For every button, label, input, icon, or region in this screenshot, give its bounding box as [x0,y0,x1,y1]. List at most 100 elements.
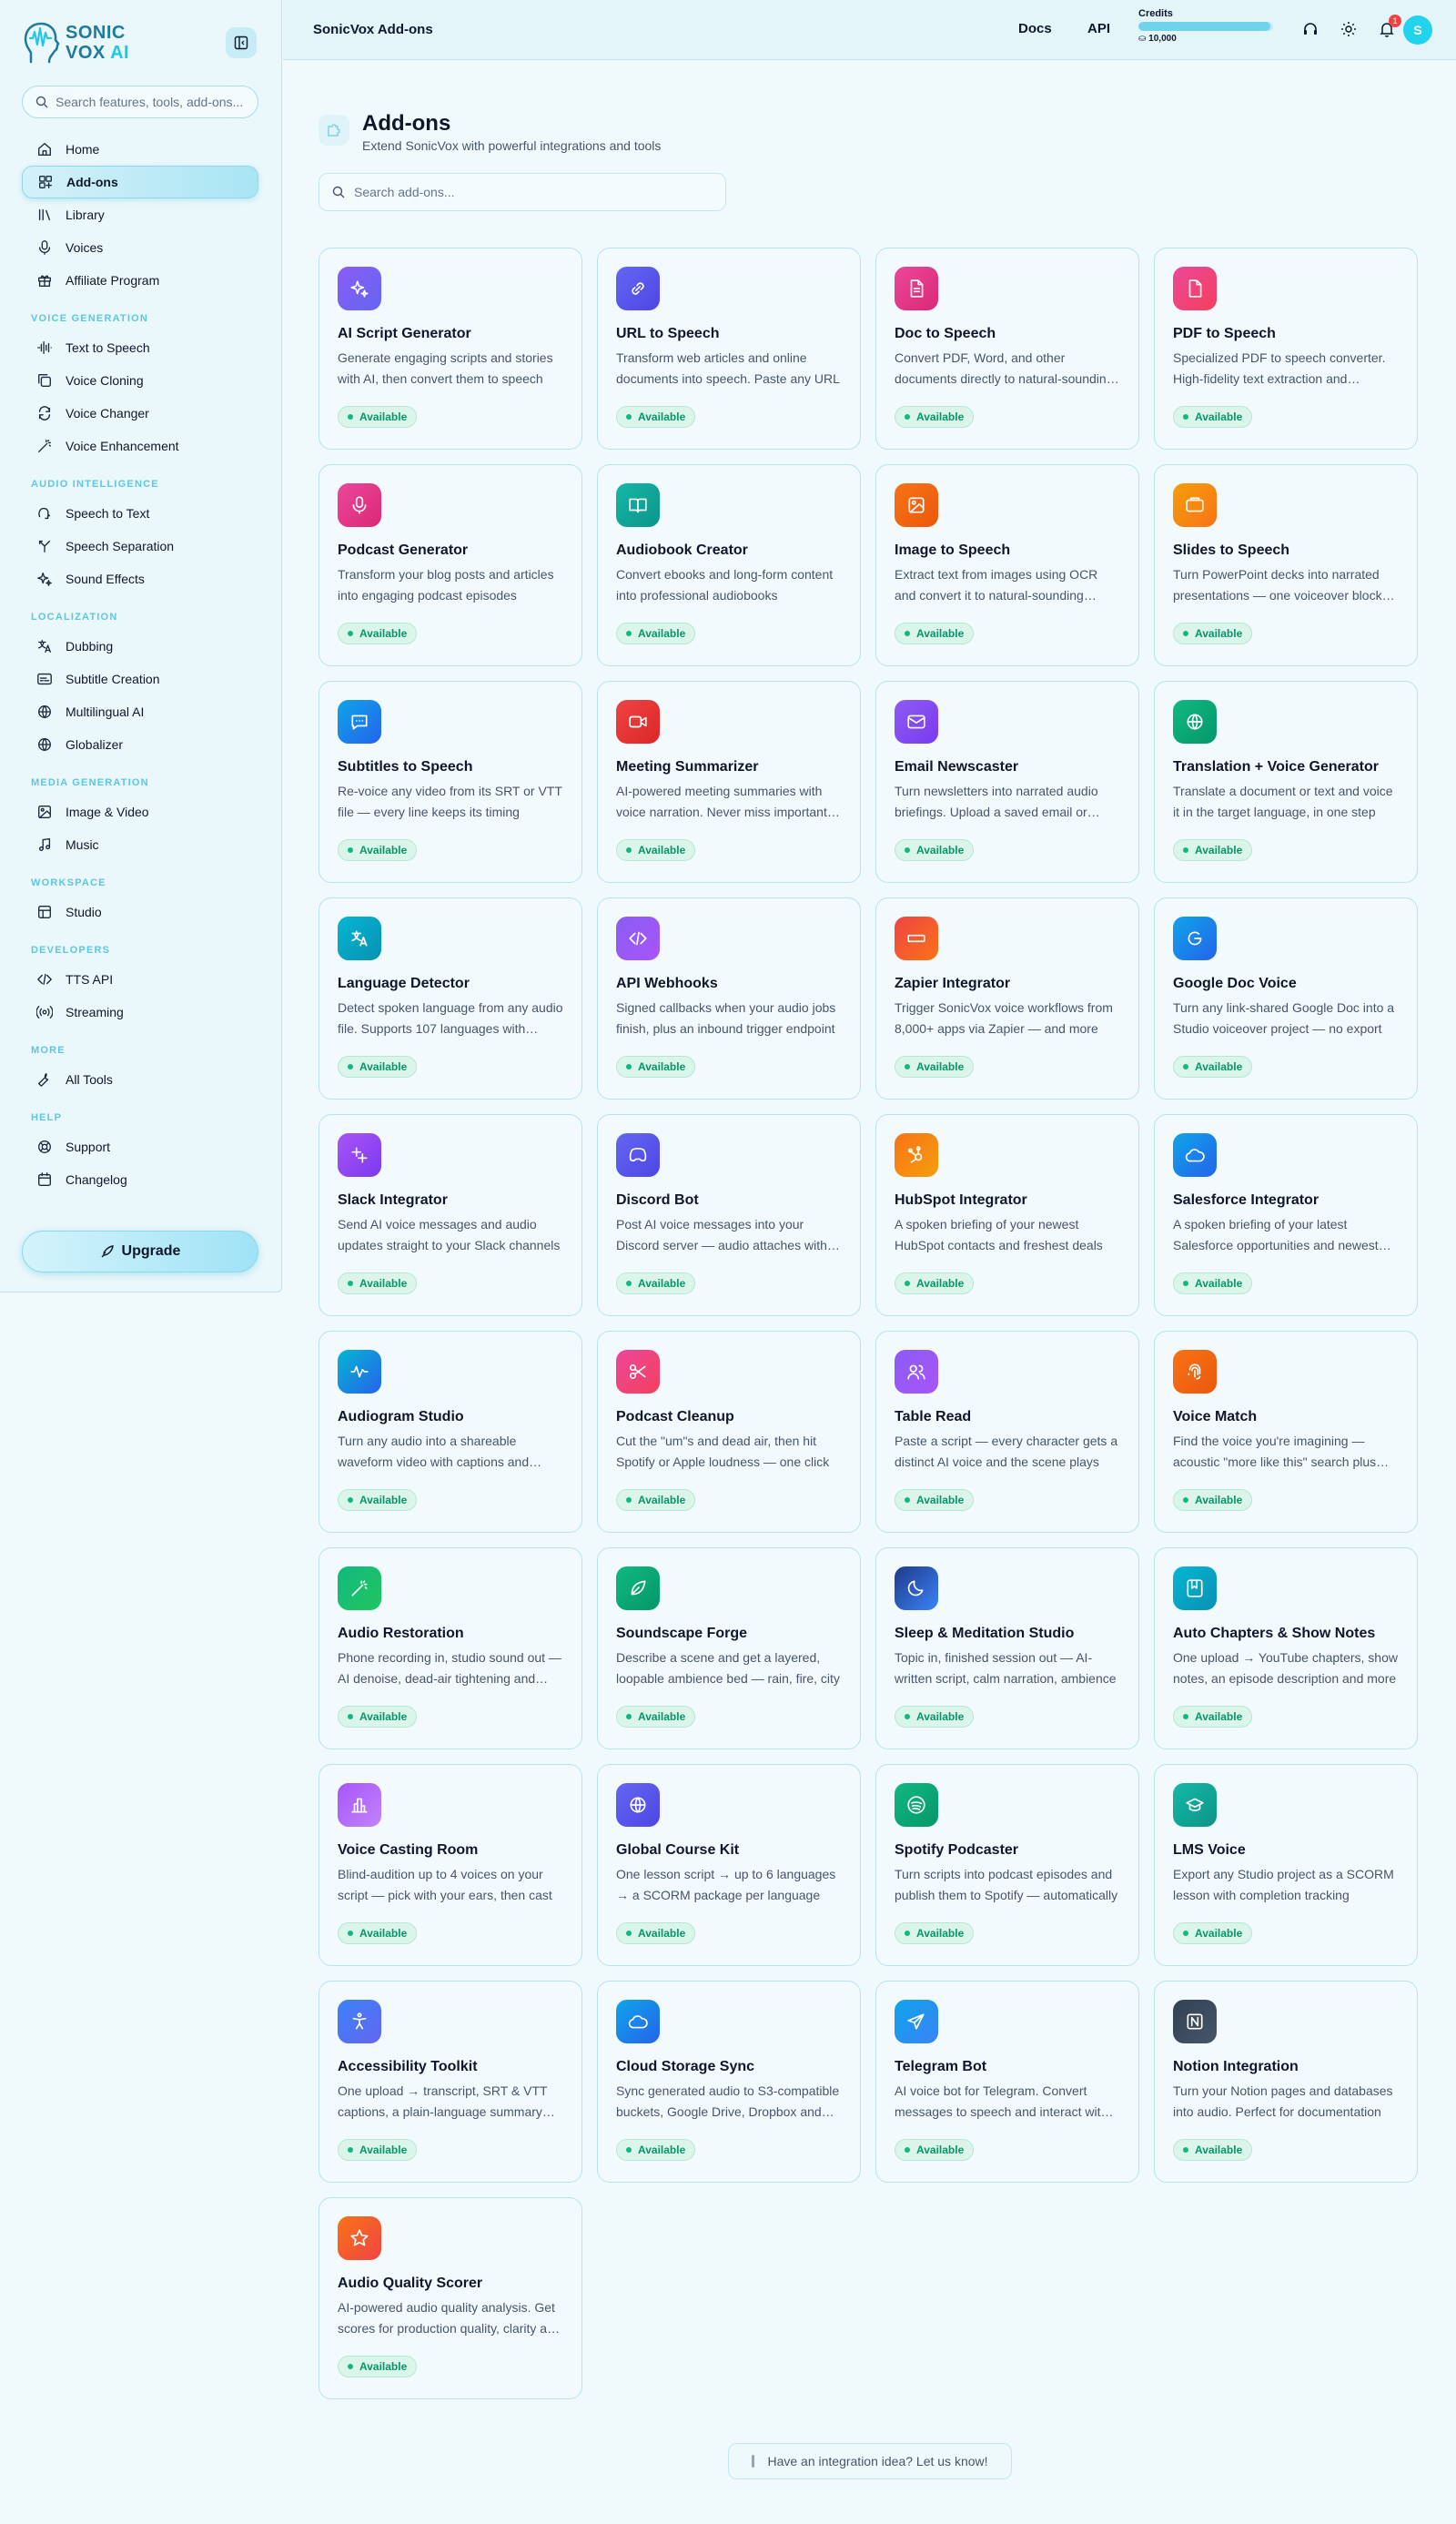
credits-bar [1138,22,1273,31]
addon-card[interactable]: Podcast Cleanup Cut the "um"s and dead ai… [597,1331,861,1533]
user-avatar[interactable]: S [1403,15,1432,45]
sidebar-item-globalizer[interactable]: Globalizer [22,728,258,761]
code-icon [616,917,660,960]
sidebar-item-voice-enhancement[interactable]: Voice Enhancement [22,430,258,462]
collapse-sidebar-button[interactable] [226,27,257,58]
addon-card[interactable]: PDF to Speech Specialized PDF to speech c… [1154,248,1418,450]
status-badge: Available [616,1056,696,1078]
sidebar-item-voice-cloning[interactable]: Voice Cloning [22,364,258,397]
sidebar-item-studio[interactable]: Studio [22,896,258,928]
sidebar-item-multilingual-ai[interactable]: Multilingual AI [22,695,258,728]
addon-card[interactable]: HubSpot Integrator A spoken briefing of y… [875,1114,1139,1316]
sidebar-item-text-to-speech[interactable]: Text to Speech [22,331,258,364]
sidebar-item-sound-effects[interactable]: Sound Effects [22,563,258,595]
addon-card[interactable]: Audio Restoration Phone recording in, stu… [318,1547,582,1749]
addon-card[interactable]: API Webhooks Signed callbacks when your a… [597,897,861,1100]
addon-card[interactable]: Global Course Kit One lesson script → up … [597,1764,861,1966]
addon-card[interactable]: Zapier Integrator Trigger SonicVox voice … [875,897,1139,1100]
support-headset-button[interactable] [1299,18,1321,40]
addon-card[interactable]: Meeting Summarizer AI-powered meeting sum… [597,681,861,883]
sidebar-item-speech-separation[interactable]: Speech Separation [22,530,258,563]
status-badge: Available [616,839,696,861]
addon-card[interactable]: Voice Casting Room Blind-audition up to 4… [318,1764,582,1966]
addon-card[interactable]: Translation + Voice Generator Translate a… [1154,681,1418,883]
sidebar-item-add-ons[interactable]: Add-ons [22,166,258,198]
theme-toggle-button[interactable] [1338,18,1360,40]
sidebar-item-all-tools[interactable]: All Tools [22,1063,258,1096]
addon-card[interactable]: Auto Chapters & Show Notes One upload → Y… [1154,1547,1418,1749]
addon-card[interactable]: Table Read Paste a script — every charact… [875,1331,1139,1533]
sidebar-item-support[interactable]: Support [22,1130,258,1163]
integration-idea-text: Have an integration idea? Let us know! [767,2454,988,2468]
addon-title: AI Script Generator [338,326,471,341]
addon-card[interactable]: Audiobook Creator Convert ebooks and long… [597,464,861,666]
addon-description: Generate engaging scripts and stories wi… [338,350,553,386]
wand-icon [338,1566,381,1610]
sidebar-item-home[interactable]: Home [22,133,258,166]
addon-card[interactable]: Image to Speech Extract text from images … [875,464,1139,666]
addon-card[interactable]: Doc to Speech Convert PDF, Word, and othe… [875,248,1139,450]
docs-link[interactable]: Docs [1018,21,1052,36]
addon-description: Turn scripts into podcast episodes and p… [895,1867,1118,1902]
addon-title: Voice Casting Room [338,1842,479,1858]
addon-card[interactable]: Discord Bot Post AI voice messages into y… [597,1114,861,1316]
addon-title: PDF to Speech [1173,326,1276,341]
credits-meter[interactable]: Credits ⛀ 10,000 [1138,8,1275,44]
addon-card[interactable]: Google Doc Voice Turn any link-shared Goo… [1154,897,1418,1100]
addon-card[interactable]: LMS Voice Export any Studio project as a … [1154,1764,1418,1966]
speech-icon [36,505,66,522]
addon-description: Specialized PDF to speech converter. Hig… [1173,350,1386,386]
addon-card[interactable]: Language Detector Detect spoken language … [318,897,582,1100]
addon-card[interactable]: Audio Quality Scorer AI-powered audio qua… [318,2197,582,2399]
sidebar-item-tts-api[interactable]: TTS API [22,963,258,996]
library-icon [36,207,66,223]
sidebar-item-changelog[interactable]: Changelog [22,1163,258,1196]
sidebar-item-voice-changer[interactable]: Voice Changer [22,397,258,430]
addon-description: One upload → transcript, SRT & VTT capti… [338,2083,548,2119]
sidebar-item-image-video[interactable]: Image & Video [22,796,258,828]
sidebar-item-label: Dubbing [66,639,114,654]
status-badge: Available [338,1706,418,1728]
addons-search-input[interactable]: Search add-ons... [318,173,726,211]
addon-card[interactable]: Audiogram Studio Turn any audio into a sh… [318,1331,582,1533]
addon-card[interactable]: Email Newscaster Turn newsletters into na… [875,681,1139,883]
sidebar-item-subtitle-creation[interactable]: Subtitle Creation [22,663,258,695]
sidebar-search-input[interactable]: Search features, tools, add-ons... [22,86,258,118]
page-title: Add-ons [362,111,451,136]
addon-description: Describe a scene and get a layered, loop… [616,1650,840,1686]
sidebar-item-library[interactable]: Library [22,198,258,231]
brand-logo[interactable]: SONIC VOX AI [22,20,129,66]
sidebar-item-dubbing[interactable]: Dubbing [22,630,258,663]
addon-card[interactable]: Salesforce Integrator A spoken briefing o… [1154,1114,1418,1316]
sidebar-item-music[interactable]: Music [22,828,258,861]
sidebar-item-label: Multilingual AI [66,704,145,719]
globe-icon [36,736,66,753]
upgrade-button[interactable]: Upgrade [22,1231,258,1272]
addon-card[interactable]: Soundscape Forge Describe a scene and get… [597,1547,861,1749]
addon-card[interactable]: Notion Integration Turn your Notion pages… [1154,1981,1418,2183]
api-link[interactable]: API [1087,21,1110,36]
addon-card[interactable]: URL to Speech Transform web articles and … [597,248,861,450]
sidebar-item-affiliate-program[interactable]: Affiliate Program [22,264,258,297]
addon-card[interactable]: Podcast Generator Transform your blog pos… [318,464,582,666]
sparkles-icon [36,571,66,587]
addon-card[interactable]: Slack Integrator Send AI voice messages a… [318,1114,582,1316]
addon-card[interactable]: Cloud Storage Sync Sync generated audio t… [597,1981,861,2183]
addon-card[interactable]: Sleep & Meditation Studio Topic in, finis… [875,1547,1139,1749]
addon-description: Find the voice you're imagining — acoust… [1173,1434,1377,1469]
addon-card[interactable]: Voice Match Find the voice you're imagini… [1154,1331,1418,1533]
addon-card[interactable]: Accessibility Toolkit One upload → transc… [318,1981,582,2183]
addon-card[interactable]: Spotify Podcaster Turn scripts into podca… [875,1764,1139,1966]
addon-card[interactable]: Subtitles to Speech Re-voice any video fr… [318,681,582,883]
sidebar-item-streaming[interactable]: Streaming [22,996,258,1029]
music-icon [36,836,66,853]
notion-icon [1173,2000,1217,2043]
notifications-button[interactable]: 1 [1376,15,1401,40]
sidebar-item-voices[interactable]: Voices [22,231,258,264]
addon-card[interactable]: Telegram Bot AI voice bot for Telegram. C… [875,1981,1139,2183]
sidebar-item-speech-to-text[interactable]: Speech to Text [22,497,258,530]
addon-card[interactable]: Slides to Speech Turn PowerPoint decks in… [1154,464,1418,666]
addon-card[interactable]: AI Script Generator Generate engaging scr… [318,248,582,450]
integration-idea-link[interactable]: Have an integration idea? Let us know! [728,2443,1012,2479]
addon-description: Convert ebooks and long-form content int… [616,567,834,603]
